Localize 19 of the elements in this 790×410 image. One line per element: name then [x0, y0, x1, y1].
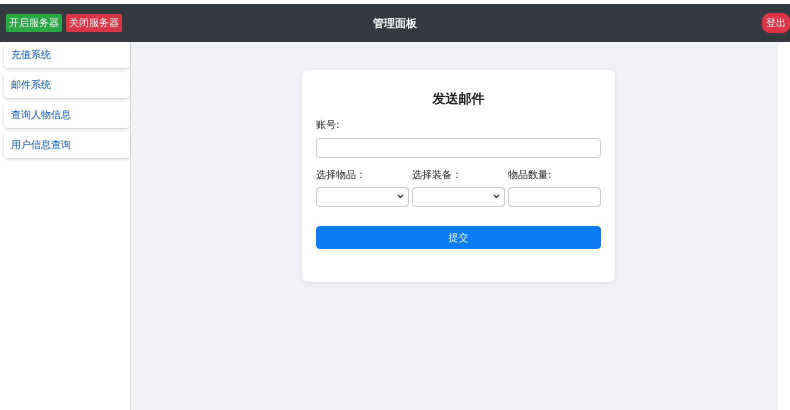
sidebar-item[interactable]: 查询人物信息	[4, 102, 130, 128]
sidebar-item[interactable]: 充值系统	[4, 42, 130, 68]
equipment-select[interactable]	[412, 186, 505, 206]
chevron-down-icon	[493, 194, 500, 199]
field-label: 账号:	[316, 118, 340, 132]
item-select[interactable]	[316, 186, 409, 206]
sidebar-item[interactable]: 邮件系统	[4, 72, 130, 98]
form-title: 发送邮件	[431, 91, 486, 108]
chevron-down-icon	[397, 194, 404, 199]
field-label: 物品数量:	[508, 168, 552, 182]
page-title: 管理面板	[373, 16, 417, 30]
sidebar-item[interactable]: 用户信息查询	[4, 132, 130, 158]
logout-button[interactable]: 登出	[762, 13, 790, 33]
account-field[interactable]	[316, 138, 601, 158]
quantity-field[interactable]	[508, 187, 601, 207]
submit-button[interactable]: 提交	[316, 226, 601, 249]
server-button[interactable]: 关闭服务器	[66, 14, 122, 32]
field-label: 选择物品：	[316, 168, 367, 182]
field-label: 选择装备：	[412, 168, 463, 182]
